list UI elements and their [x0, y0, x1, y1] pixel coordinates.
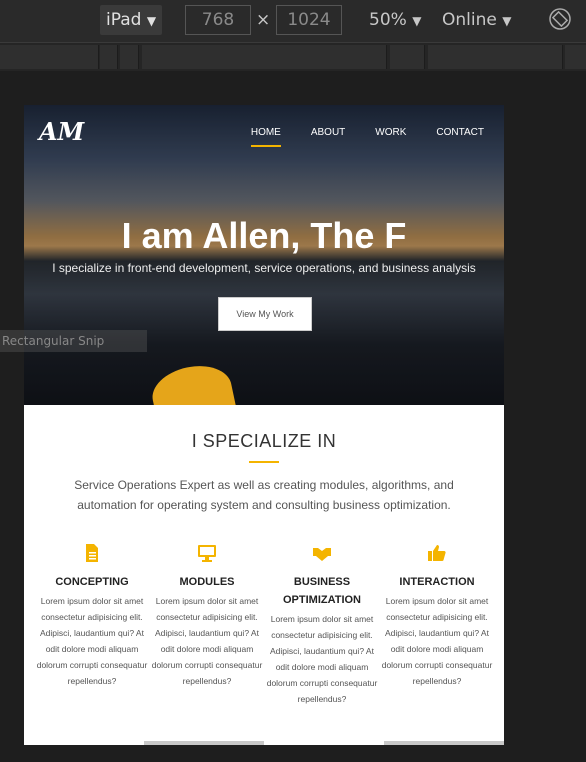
network-select[interactable]: Online ▼ [442, 5, 511, 36]
feature-modules: MODULES Lorem ipsum dolor sit amet conse… [151, 543, 263, 689]
feature-title: INTERACTION [399, 576, 475, 588]
height-input[interactable]: 1024 [276, 5, 342, 35]
width-input[interactable]: 768 [185, 5, 251, 35]
thumbs-up-icon [428, 545, 446, 561]
media-query-bar [0, 43, 586, 71]
section-description: Service Operations Expert as well as cre… [74, 478, 454, 512]
feature-business-optimization: BUSINESS OPTIMIZATION Lorem ipsum dolor … [266, 543, 378, 707]
feature-title: CONCEPTING [55, 576, 129, 588]
device-label: iPad [106, 10, 142, 30]
section-title: I SPECIALIZE IN [191, 431, 337, 451]
ruler-segment[interactable] [100, 45, 118, 69]
document-icon [86, 544, 98, 562]
nav-about[interactable]: ABOUT [311, 127, 345, 138]
hero-title: I am Allen, The F [121, 215, 407, 256]
feature-title: BUSINESS OPTIMIZATION [282, 576, 361, 606]
network-label: Online [442, 10, 497, 30]
feature-text: Lorem ipsum dolor sit amet consectetur a… [381, 596, 493, 686]
feature-text: Lorem ipsum dolor sit amet consectetur a… [266, 614, 378, 704]
ruler-segment[interactable] [120, 45, 139, 69]
device-select[interactable]: iPad ▼ [100, 5, 163, 35]
ruler-segment[interactable] [565, 45, 586, 69]
hero-section: AM HOME ABOUT WORK CONTACT I am Allen, T… [24, 105, 504, 405]
zoom-select[interactable]: 50% ▼ [369, 5, 421, 36]
ruler-segment[interactable] [428, 45, 563, 69]
ruler-segment[interactable] [142, 45, 387, 69]
feature-title: MODULES [179, 576, 235, 588]
site-logo[interactable]: AM [39, 117, 84, 146]
chevron-down-icon: ▼ [412, 14, 422, 28]
handshake-icon [313, 548, 331, 561]
feature-text: Lorem ipsum dolor sit amet consectetur a… [151, 596, 263, 686]
main-nav: HOME ABOUT WORK CONTACT [250, 127, 484, 147]
ruler-segment[interactable] [390, 45, 425, 69]
section-divider [249, 461, 279, 463]
hero-subtitle: I specialize in front-end development, s… [52, 261, 476, 275]
ruler-segment[interactable] [0, 45, 99, 69]
view-work-button[interactable]: View My Work [218, 297, 312, 331]
dimension-separator: × [256, 10, 271, 30]
snip-overlay-label: Rectangular Snip [0, 330, 147, 352]
scroll-indicator[interactable] [384, 741, 504, 745]
zoom-label: 50% [369, 10, 407, 30]
rotate-icon[interactable] [548, 7, 572, 31]
scroll-indicator[interactable] [144, 741, 264, 745]
device-toolbar: iPad ▼ 768 × 1024 50% ▼ Online ▼ [0, 0, 586, 43]
feature-text: Lorem ipsum dolor sit amet consectetur a… [36, 596, 148, 686]
nav-work[interactable]: WORK [375, 127, 406, 138]
nav-contact[interactable]: CONTACT [436, 127, 484, 138]
chevron-down-icon: ▼ [146, 14, 157, 28]
feature-concepting: CONCEPTING Lorem ipsum dolor sit amet co… [36, 543, 148, 689]
feature-interaction: INTERACTION Lorem ipsum dolor sit amet c… [381, 543, 493, 689]
nav-home[interactable]: HOME [250, 127, 281, 147]
chevron-down-icon: ▼ [502, 14, 512, 28]
device-viewport: AM HOME ABOUT WORK CONTACT I am Allen, T… [24, 105, 504, 745]
monitor-icon [198, 545, 216, 562]
